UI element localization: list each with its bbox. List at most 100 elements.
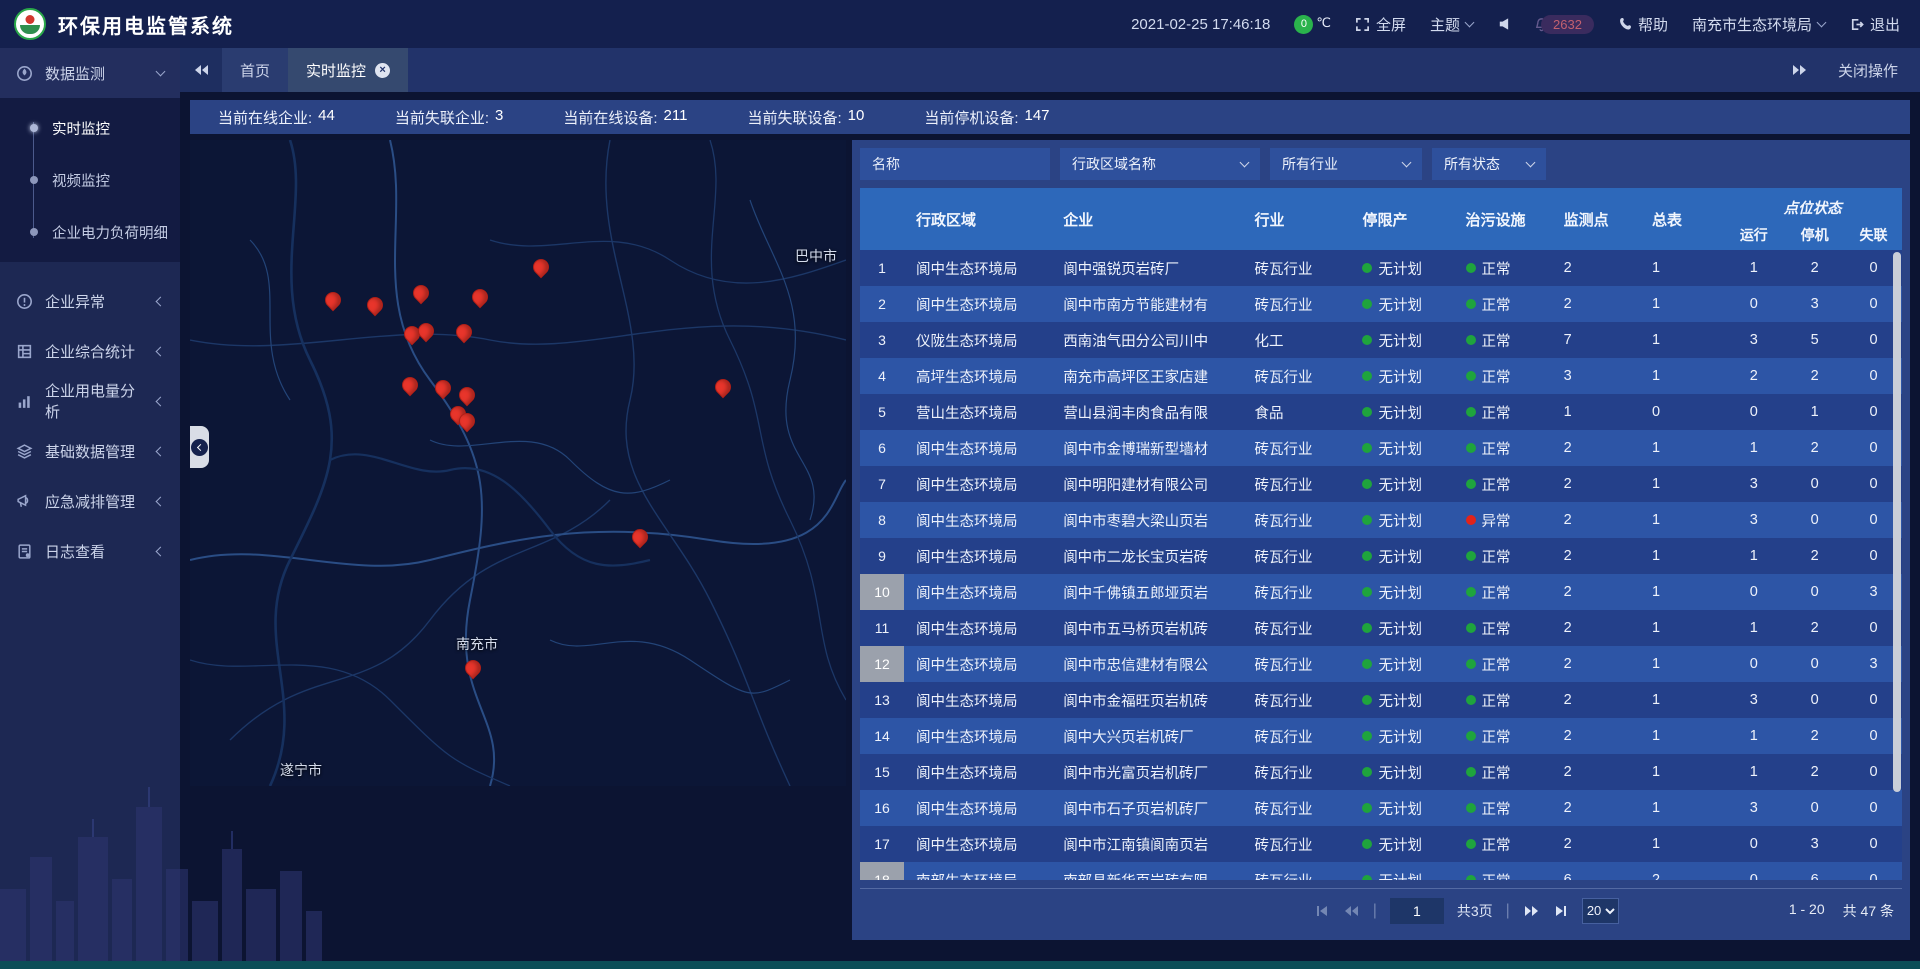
- table-cell: 1: [1640, 476, 1723, 492]
- status-filter-select[interactable]: 所有状态: [1432, 148, 1546, 180]
- point-status-group-header: 点位状态: [1723, 188, 1902, 220]
- sidebar-item-enterprise-stats[interactable]: 企业综合统计: [0, 326, 180, 376]
- sidebar-item-power-load-detail[interactable]: 企业电力负荷明细: [0, 206, 180, 258]
- theme-dropdown[interactable]: 主题: [1430, 14, 1473, 35]
- table-cell: 砖瓦行业: [1243, 798, 1351, 819]
- status-dot-icon: [1466, 695, 1476, 705]
- table-row[interactable]: 17阆中生态环境局阆中市江南镇阆南页岩砖瓦行业无计划正常21030: [860, 826, 1902, 862]
- exit-icon: [1849, 17, 1864, 32]
- status-dot-icon: [1466, 335, 1476, 345]
- name-filter-input[interactable]: [872, 156, 1038, 172]
- sidebar-item-emergency-reduction[interactable]: 应急减排管理: [0, 476, 180, 526]
- tab-close-icon[interactable]: ×: [375, 63, 390, 78]
- bar-chart-icon: [16, 393, 33, 410]
- sidebar-item-realtime-monitor[interactable]: 实时监控: [0, 102, 180, 154]
- close-operations-dropdown[interactable]: 关闭操作: [1838, 60, 1898, 81]
- org-dropdown[interactable]: 南充市生态环境局: [1692, 14, 1825, 35]
- status-dot-icon: [1466, 443, 1476, 453]
- speaker-icon: [1497, 17, 1510, 31]
- chevron-left-icon: [191, 439, 208, 456]
- sidebar-item-enterprise-abnormal[interactable]: 企业异常: [0, 276, 180, 326]
- table-cell: 阆中生态环境局: [904, 726, 1051, 747]
- table-row[interactable]: 15阆中生态环境局阆中市光富页岩机砖厂砖瓦行业无计划正常21120: [860, 754, 1902, 790]
- table-cell: 1: [1784, 404, 1845, 420]
- table-cell: 阆中市石子页岩机砖厂: [1051, 798, 1242, 819]
- table-row[interactable]: 7阆中生态环境局阆中明阳建材有限公司砖瓦行业无计划正常21300: [860, 466, 1902, 502]
- status-cell: 正常: [1454, 654, 1552, 675]
- table-cell: 营山生态环境局: [904, 402, 1051, 423]
- table-cell: 0: [1784, 512, 1845, 528]
- status-cell: 正常: [1454, 330, 1552, 351]
- table-row[interactable]: 5营山生态环境局营山县润丰肉食品有限食品无计划正常10010: [860, 394, 1902, 430]
- table-row[interactable]: 9阆中生态环境局阆中市二龙长宝页岩砖砖瓦行业无计划正常21120: [860, 538, 1902, 574]
- table-cell: 2: [1784, 440, 1845, 456]
- table-row[interactable]: 18南部生态环境局南部县新华页岩砖有限砖瓦行业无计划正常62060: [860, 862, 1902, 880]
- table-row[interactable]: 3仪陇生态环境局西南油气田分公司川中化工无计划正常71350: [860, 322, 1902, 358]
- status-dot-icon: [1362, 479, 1372, 489]
- next-page-button[interactable]: [1523, 904, 1540, 918]
- first-page-button[interactable]: [1314, 904, 1330, 918]
- table-row[interactable]: 16阆中生态环境局阆中市石子页岩机砖厂砖瓦行业无计划正常21300: [860, 790, 1902, 826]
- help-button[interactable]: 帮助: [1618, 14, 1668, 35]
- tabs-scroll-left-button[interactable]: [180, 48, 222, 92]
- fullscreen-button[interactable]: 全屏: [1355, 14, 1406, 35]
- industry-filter-select[interactable]: 所有行业: [1270, 148, 1422, 180]
- table-row[interactable]: 11阆中生态环境局阆中市五马桥页岩机砖砖瓦行业无计划正常21120: [860, 610, 1902, 646]
- table-cell: 阆中市江南镇阆南页岩: [1051, 834, 1242, 855]
- sub-column-header: 失联: [1845, 220, 1902, 250]
- table-cell: 2: [1784, 548, 1845, 564]
- page-number-input[interactable]: [1390, 898, 1444, 924]
- table-cell: 阆中生态环境局: [904, 654, 1051, 675]
- sidebar-item-video-monitor[interactable]: 视频监控: [0, 154, 180, 206]
- map-panel[interactable]: 巴中市南充市遂宁市: [190, 140, 846, 786]
- tab-home[interactable]: 首页: [222, 48, 288, 92]
- table-row[interactable]: 6阆中生态环境局阆中市金博瑞新型墙材砖瓦行业无计划正常21120: [860, 430, 1902, 466]
- table-row[interactable]: 12阆中生态环境局阆中市忠信建材有限公砖瓦行业无计划正常21003: [860, 646, 1902, 682]
- table-cell: 0: [1784, 476, 1845, 492]
- status-dot-icon: [1466, 875, 1476, 880]
- sidebar-item-base-data[interactable]: 基础数据管理: [0, 426, 180, 476]
- table-cell: 砖瓦行业: [1243, 762, 1351, 783]
- logout-button[interactable]: 退出: [1849, 14, 1900, 35]
- notification-area[interactable]: 2632: [1534, 15, 1594, 34]
- table-cell: 砖瓦行业: [1243, 618, 1351, 639]
- table-row[interactable]: 1阆中生态环境局阆中强锐页岩砖厂砖瓦行业无计划正常21120: [860, 250, 1902, 286]
- sidebar-item-log-view[interactable]: 日志查看: [0, 526, 180, 576]
- sidebar-item-data-monitor[interactable]: 数据监测: [0, 48, 180, 98]
- table-cell: 阆中生态环境局: [904, 762, 1051, 783]
- region-filter-select[interactable]: 行政区域名称: [1060, 148, 1260, 180]
- table-row[interactable]: 13阆中生态环境局阆中市金福旺页岩机砖砖瓦行业无计划正常21300: [860, 682, 1902, 718]
- status-dot-icon: [1466, 803, 1476, 813]
- tab-bar: 首页 实时监控 × 关闭操作: [180, 48, 1920, 92]
- tabs-scroll-right-button[interactable]: [1791, 63, 1808, 77]
- page-size-select[interactable]: 20: [1582, 898, 1619, 924]
- status-cell: 正常: [1454, 726, 1552, 747]
- temperature-badge: 0: [1294, 15, 1313, 34]
- temperature-widget: 0 ℃: [1294, 15, 1331, 34]
- table-cell: 1: [1640, 584, 1723, 600]
- table-row[interactable]: 10阆中生态环境局阆中千佛镇五郎垭页岩砖瓦行业无计划正常21003: [860, 574, 1902, 610]
- sidebar-item-power-analysis[interactable]: 企业用电量分析: [0, 376, 180, 426]
- row-index-cell: 11: [860, 610, 904, 646]
- table-row[interactable]: 8阆中生态环境局阆中市枣碧大梁山页岩砖瓦行业无计划异常21300: [860, 502, 1902, 538]
- status-cell: 正常: [1454, 438, 1552, 459]
- sidebar-item-label: 日志查看: [45, 541, 105, 562]
- sound-toggle[interactable]: [1497, 17, 1510, 31]
- table-cell: 0: [1723, 404, 1784, 420]
- table-cell: 3: [1784, 836, 1845, 852]
- prev-page-button[interactable]: [1343, 904, 1360, 918]
- map-collapse-toggle[interactable]: [190, 426, 209, 468]
- row-index-cell: 4: [860, 358, 904, 394]
- table-row[interactable]: 4高坪生态环境局南充市高坪区王家店建砖瓦行业无计划正常31220: [860, 358, 1902, 394]
- map-roads: [190, 140, 846, 786]
- status-cell: 正常: [1454, 366, 1552, 387]
- table-scrollbar[interactable]: [1893, 252, 1901, 792]
- table-row[interactable]: 14阆中生态环境局阆中大兴页岩机砖厂砖瓦行业无计划正常21120: [860, 718, 1902, 754]
- tab-realtime-monitor[interactable]: 实时监控 ×: [288, 48, 408, 92]
- last-page-button[interactable]: [1553, 904, 1569, 918]
- table-row[interactable]: 2阆中生态环境局阆中市南方节能建材有砖瓦行业无计划正常21030: [860, 286, 1902, 322]
- table-cell: 3: [1723, 692, 1784, 708]
- table-cell: 2: [1784, 368, 1845, 384]
- name-filter-field[interactable]: [860, 148, 1050, 180]
- table-cell: 0: [1723, 872, 1784, 880]
